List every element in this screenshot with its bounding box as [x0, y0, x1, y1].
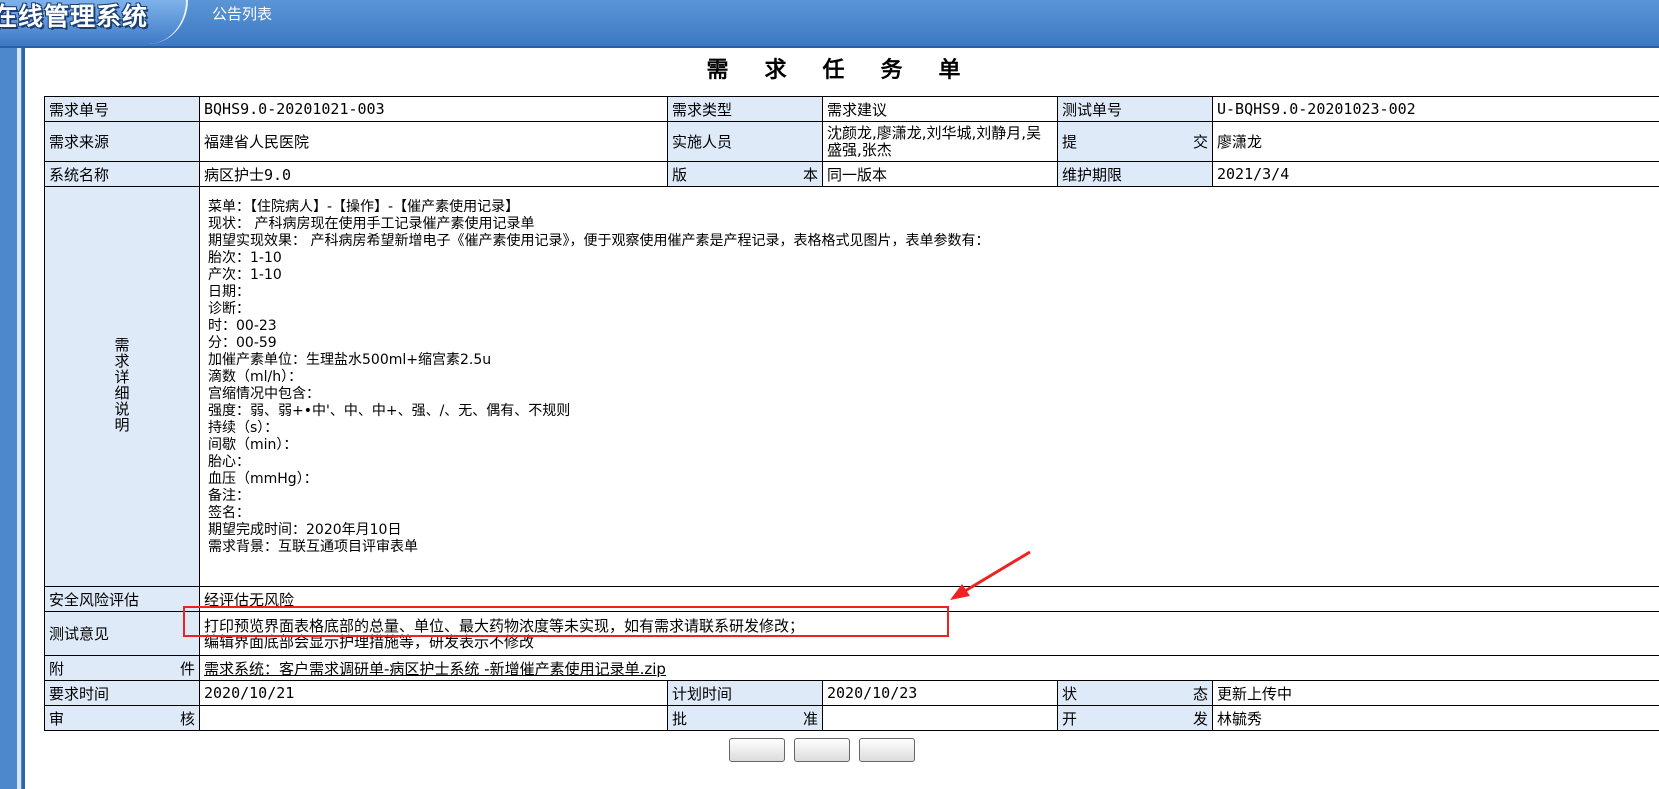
detail-line: 时：00-23 — [208, 318, 277, 334]
req-time-label: 要求时间 — [44, 680, 200, 706]
top-header-bar: 在线管理系统 公告列表 — [0, 0, 1659, 48]
app-title-tab: 在线管理系统 — [0, 0, 188, 44]
table-row: 系统名称 病区护士9.0 版本 同一版本 维护期限 2021/3/4 — [44, 161, 1659, 187]
audit-label: 审核 — [44, 705, 200, 731]
detail-line: 加催产素单位：生理盐水500ml+缩宫素2.5u — [208, 352, 492, 368]
bottom-button-2[interactable] — [794, 738, 850, 762]
detail-cell: 菜单：【住院病人】-【操作】-【催产素使用记录】 现状： 产科病房现在使用手工记录… — [199, 186, 1659, 587]
detail-line: 产次：1-10 — [208, 267, 282, 283]
detail-line: 分：00-59 — [208, 335, 277, 351]
req-time-value: 2020/10/21 — [199, 680, 668, 706]
left-sidebar-border — [17, 48, 21, 789]
form-title: 需求任务单 — [706, 58, 997, 83]
detail-line: 期望实现效果： 产科病房希望新增电子《催产素使用记录》，便于观察使用催产素是产程… — [208, 233, 990, 249]
attachment-link[interactable]: 需求系统：客户需求调研单-病区护士系统 -新增催产素使用记录单.zip — [199, 655, 1659, 681]
system-label: 系统名称 — [44, 161, 200, 187]
detail-line: 滴数（ml/h）： — [208, 369, 303, 385]
req-type-label: 需求类型 — [667, 96, 823, 122]
status-label: 状态 — [1057, 680, 1213, 706]
maint-value: 2021/3/4 — [1212, 161, 1659, 187]
test-no-link[interactable]: U-BQHS9.0-20201023-002 — [1212, 96, 1659, 122]
table-row: 需求单号 BQHS9.0-20201021-003 需求类型 需求建议 测试单号… — [44, 96, 1659, 122]
impl-label: 实施人员 — [667, 121, 823, 162]
risk-label: 安全风险评估 — [44, 586, 200, 612]
plan-time-label: 计划时间 — [667, 680, 823, 706]
detail-line: 血压（mmHg）： — [208, 471, 318, 487]
table-row: 需求详细说明 菜单：【住院病人】-【操作】-【催产素使用记录】 现状： 产科病房现… — [44, 186, 1659, 587]
version-label: 版本 — [667, 161, 823, 187]
detail-line: 胎次：1-10 — [208, 250, 282, 266]
detail-line: 间歇（min）： — [208, 437, 298, 453]
req-no-label: 需求单号 — [44, 96, 200, 122]
detail-line: 强度：弱、弱+•中'、中、中+、强、/、无、偶有、不规则 — [208, 403, 571, 419]
annotation-arrow-icon — [950, 550, 1031, 600]
detail-label: 需求详细说明 — [112, 336, 131, 433]
submit-value: 廖潇龙 — [1212, 121, 1659, 162]
tab-announcement-list[interactable]: 公告列表 — [212, 3, 272, 24]
system-value: 病区护士9.0 — [199, 161, 668, 187]
annotation-highlight-box — [183, 606, 949, 637]
detail-line: 诊断： — [208, 301, 250, 317]
approve-label: 批准 — [667, 705, 823, 731]
detail-line: 胎心： — [208, 454, 250, 470]
detail-label-cell: 需求详细说明 — [44, 186, 200, 587]
detail-line: 现状： 产科病房现在使用手工记录催产素使用记录单 — [208, 216, 535, 232]
source-value: 福建省人民医院 — [199, 121, 668, 162]
table-row: 需求来源 福建省人民医院 实施人员 沈颜龙,廖潇龙,刘华城,刘静月,吴盛强,张杰… — [44, 121, 1659, 162]
detail-line: 宫缩情况中包含： — [208, 386, 320, 402]
status-value: 更新上传中 — [1212, 680, 1659, 706]
plan-time-value: 2020/10/23 — [822, 680, 1058, 706]
audit-value — [199, 705, 668, 731]
attach-label: 附件 — [44, 655, 200, 681]
source-label: 需求来源 — [44, 121, 200, 162]
detail-line: 签名： — [208, 505, 250, 521]
detail-line: 日期： — [208, 284, 250, 300]
detail-text: 菜单：【住院病人】-【操作】-【催产素使用记录】 现状： 产科病房现在使用手工记录… — [204, 187, 1659, 562]
approve-value — [822, 705, 1058, 731]
detail-line: 期望完成时间：2020年月10日 — [208, 522, 402, 538]
bottom-button-1[interactable] — [729, 738, 785, 762]
left-sidebar-rail — [0, 48, 25, 789]
dev-value: 林毓秀 — [1212, 705, 1659, 731]
dev-label: 开发 — [1057, 705, 1213, 731]
test-opinion-label: 测试意见 — [44, 611, 200, 656]
detail-line: 菜单：【住院病人】-【操作】-【催产素使用记录】 — [208, 199, 520, 215]
app-title: 在线管理系统 — [0, 2, 149, 31]
table-row: 附件 需求系统：客户需求调研单-病区护士系统 -新增催产素使用记录单.zip — [44, 655, 1659, 681]
submit-label: 提交 — [1057, 121, 1213, 162]
table-row: 审核 批准 开发 林毓秀 — [44, 705, 1659, 731]
table-row: 要求时间 2020/10/21 计划时间 2020/10/23 状态 更新上传中 — [44, 680, 1659, 706]
bottom-button-3[interactable] — [859, 738, 915, 762]
impl-value: 沈颜龙,廖潇龙,刘华城,刘静月,吴盛强,张杰 — [822, 121, 1058, 162]
test-no-label: 测试单号 — [1057, 96, 1213, 122]
maint-label: 维护期限 — [1057, 161, 1213, 187]
detail-line: 需求背景：互联互通项目评审表单 — [208, 539, 418, 555]
version-value: 同一版本 — [822, 161, 1058, 187]
req-no-value: BQHS9.0-20201021-003 — [199, 96, 668, 122]
detail-line: 备注： — [208, 488, 250, 504]
req-type-value: 需求建议 — [822, 96, 1058, 122]
detail-line: 持续（s）： — [208, 420, 279, 436]
